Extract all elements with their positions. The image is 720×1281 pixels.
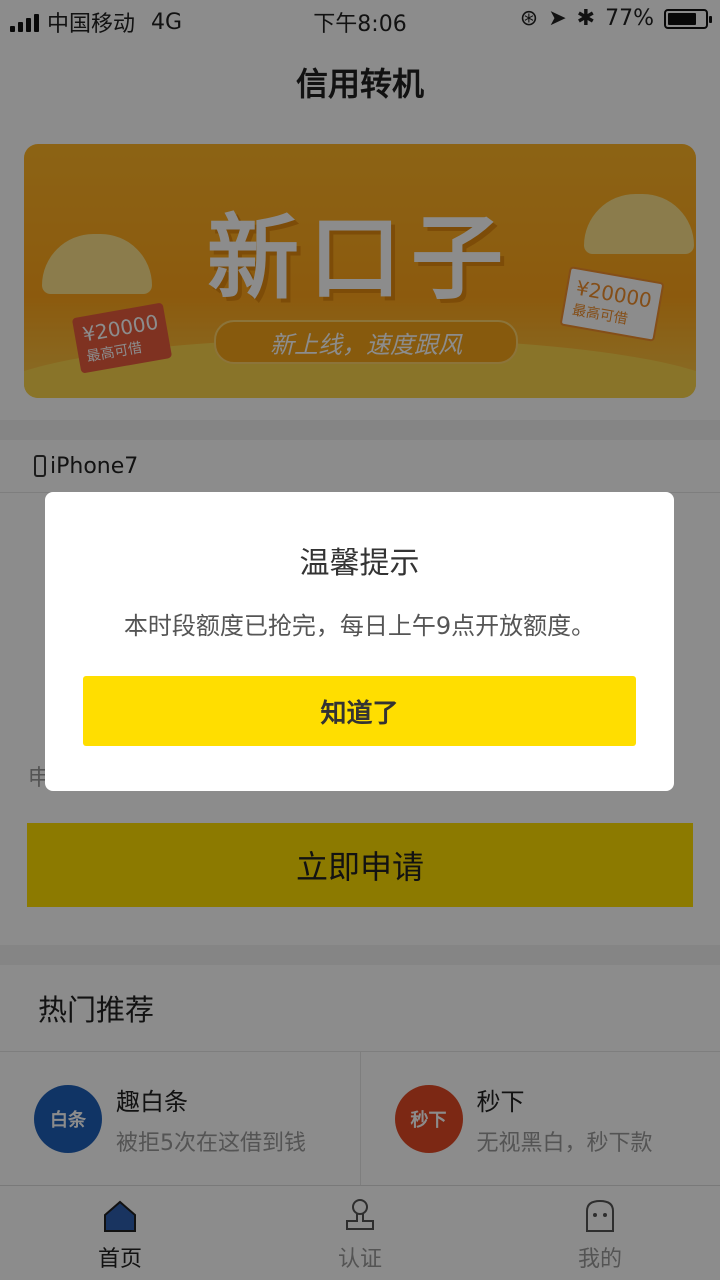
dialog-message: 本时段额度已抢完，每日上午9点开放额度。	[45, 606, 674, 641]
dialog-title: 温馨提示	[45, 538, 674, 582]
tip-dialog: 温馨提示 本时段额度已抢完，每日上午9点开放额度。 知道了	[45, 492, 674, 791]
dialog-ok-button[interactable]: 知道了	[83, 676, 636, 746]
